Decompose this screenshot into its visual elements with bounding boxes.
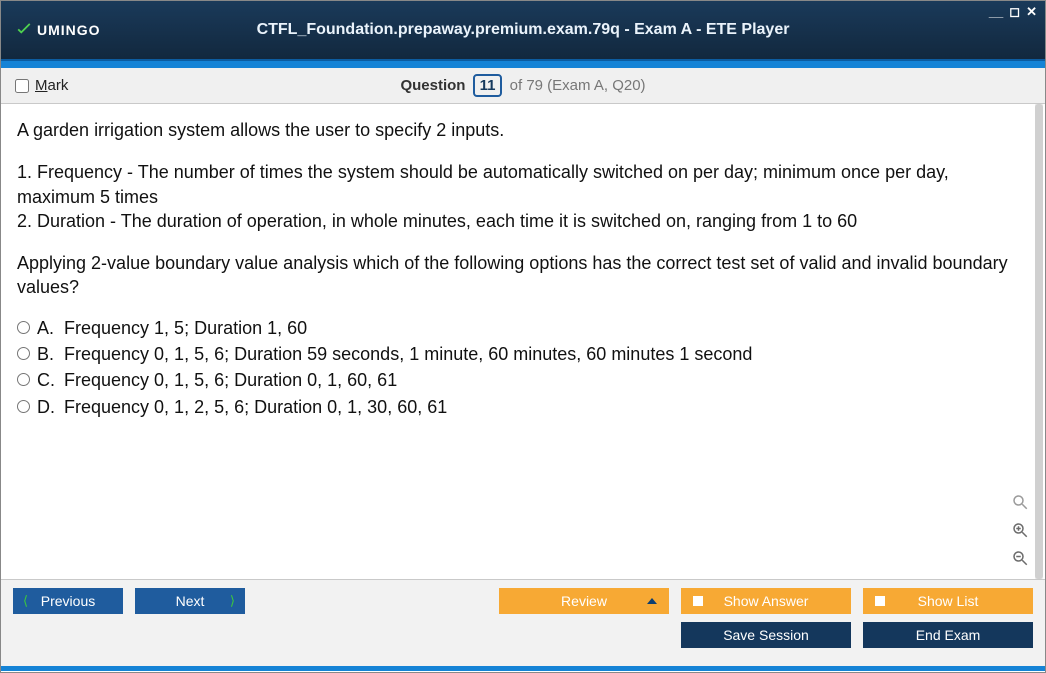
mark-checkbox[interactable]: Mark <box>15 77 68 94</box>
mark-checkbox-input[interactable] <box>15 79 29 93</box>
next-label: Next <box>176 593 205 609</box>
question-prompt: Applying 2-value boundary value analysis… <box>17 251 1029 300</box>
option-b-letter: B. <box>37 342 57 366</box>
question-number-box[interactable]: 11 <box>473 74 503 97</box>
option-a-letter: A. <box>37 316 57 340</box>
option-c-text: Frequency 0, 1, 5, 6; Duration 0, 1, 60,… <box>64 368 397 392</box>
zoom-in-icon[interactable] <box>1009 519 1031 541</box>
option-d-text: Frequency 0, 1, 2, 5, 6; Duration 0, 1, … <box>64 395 447 419</box>
question-total: of 79 (Exam A, Q20) <box>510 77 646 94</box>
option-c[interactable]: C. Frequency 0, 1, 5, 6; Duration 0, 1, … <box>17 368 1029 392</box>
save-session-label: Save Session <box>723 627 809 643</box>
option-d[interactable]: D. Frequency 0, 1, 2, 5, 6; Duration 0, … <box>17 395 1029 419</box>
scrollbar-thumb[interactable] <box>1035 104 1043 579</box>
question-line-1: 1. Frequency - The number of times the s… <box>17 160 1029 209</box>
end-exam-button[interactable]: End Exam <box>863 622 1033 648</box>
previous-label: Previous <box>41 593 95 609</box>
chevron-left-icon: ⟨ <box>23 593 28 609</box>
brand-logo: UMINGO <box>13 19 101 41</box>
chevron-right-icon: ⟩ <box>230 593 235 609</box>
titlebar: UMINGO CTFL_Foundation.prepaway.premium.… <box>1 1 1045 61</box>
zoom-controls <box>1009 491 1031 569</box>
option-c-letter: C. <box>37 368 57 392</box>
next-button[interactable]: Next ⟩ <box>135 588 245 614</box>
answer-options: A. Frequency 1, 5; Duration 1, 60 B. Fre… <box>17 316 1029 419</box>
save-session-button[interactable]: Save Session <box>681 622 851 648</box>
footer: ⟨ Previous Next ⟩ Review Show Answer Sho… <box>1 579 1045 666</box>
square-icon <box>875 596 885 606</box>
square-icon <box>693 596 703 606</box>
bottom-accent <box>1 666 1045 671</box>
zoom-out-icon[interactable] <box>1009 547 1031 569</box>
option-a-text: Frequency 1, 5; Duration 1, 60 <box>64 316 307 340</box>
option-c-radio[interactable] <box>17 373 30 386</box>
option-a-radio[interactable] <box>17 321 30 334</box>
window-controls: __ ◻ ✕ <box>989 5 1037 18</box>
triangle-up-icon <box>647 598 657 604</box>
question-word: Question <box>400 77 465 94</box>
option-a[interactable]: A. Frequency 1, 5; Duration 1, 60 <box>17 316 1029 340</box>
option-b-radio[interactable] <box>17 347 30 360</box>
question-infobar: Mark Question 11 of 79 (Exam A, Q20) <box>1 68 1045 104</box>
option-b-text: Frequency 0, 1, 5, 6; Duration 59 second… <box>64 342 752 366</box>
window-title: CTFL_Foundation.prepaway.premium.exam.79… <box>1 21 1045 39</box>
end-exam-label: End Exam <box>916 627 981 643</box>
brand-text: UMINGO <box>37 22 101 38</box>
close-icon[interactable]: ✕ <box>1026 5 1037 18</box>
content-scrollbar[interactable] <box>1035 104 1043 579</box>
search-icon[interactable] <box>1009 491 1031 513</box>
show-answer-label: Show Answer <box>724 593 809 609</box>
option-d-letter: D. <box>37 395 57 419</box>
previous-button[interactable]: ⟨ Previous <box>13 588 123 614</box>
question-line-2: 2. Duration - The duration of operation,… <box>17 209 1029 233</box>
show-list-button[interactable]: Show List <box>863 588 1033 614</box>
show-answer-button[interactable]: Show Answer <box>681 588 851 614</box>
maximize-icon[interactable]: ◻ <box>1009 5 1020 18</box>
review-button[interactable]: Review <box>499 588 669 614</box>
minimize-icon[interactable]: __ <box>989 5 1003 18</box>
show-list-label: Show List <box>918 593 979 609</box>
question-intro: A garden irrigation system allows the us… <box>17 118 1029 142</box>
option-d-radio[interactable] <box>17 400 30 413</box>
question-position: Question 11 of 79 (Exam A, Q20) <box>1 74 1045 97</box>
option-b[interactable]: B. Frequency 0, 1, 5, 6; Duration 59 sec… <box>17 342 1029 366</box>
review-label: Review <box>561 593 607 609</box>
check-icon <box>13 19 35 41</box>
mark-label: Mark <box>35 77 68 94</box>
question-content: A garden irrigation system allows the us… <box>1 104 1045 579</box>
question-text: A garden irrigation system allows the us… <box>17 118 1029 300</box>
accent-band <box>1 61 1045 68</box>
